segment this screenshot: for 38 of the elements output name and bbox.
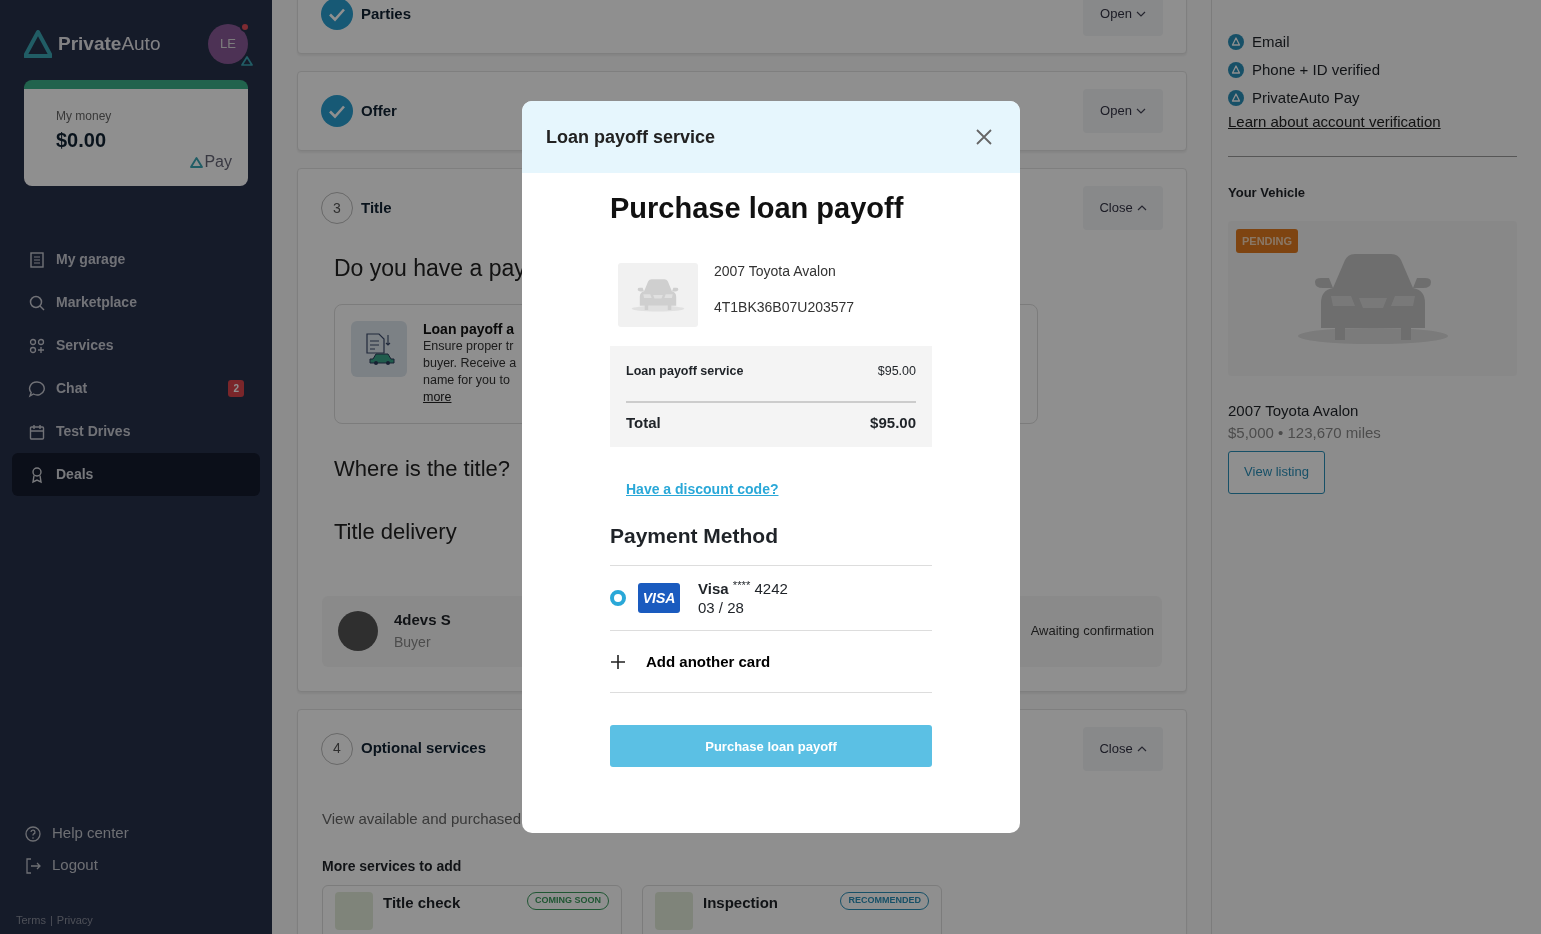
participant-name: 4devs S	[394, 610, 451, 631]
step-title: Title	[361, 197, 392, 218]
card-logo: VISA	[638, 583, 680, 614]
dialog-title: Loan payoff service	[546, 125, 716, 149]
step-title: Parties	[361, 3, 412, 24]
service-title: Inspection	[703, 893, 778, 913]
money-label: My money	[56, 108, 113, 125]
section-heading: Payment Method	[610, 522, 780, 549]
total-label: Total	[626, 413, 661, 434]
section-description: View available and purchased	[322, 808, 522, 829]
step-title: Optional services	[361, 738, 487, 759]
card-number: Visa $^{****}$ 4242	[698, 579, 788, 599]
vehicle-name: 2007 Toyota Avalon	[1228, 400, 1360, 421]
line-item-label: Loan payoff service	[626, 362, 744, 380]
section-heading: More services to add	[322, 857, 463, 876]
money-amount: $0.00	[56, 128, 108, 153]
section-heading: Where is the title?	[334, 454, 511, 483]
total-amount: $95.00	[870, 413, 916, 434]
unread-count: 2	[228, 380, 244, 397]
participant-role: Buyer	[394, 632, 432, 652]
status-tag: PENDING	[1236, 228, 1299, 253]
step-title: Offer	[361, 100, 397, 121]
service-title: Title check	[383, 893, 461, 913]
line-item-amount: $95.00	[877, 362, 916, 380]
service-description: Loan payoff a Ensure proper tr buyer. Receive a name for you to more	[423, 320, 517, 406]
verification-label: PrivateAuto Pay	[1252, 87, 1360, 108]
separator: |	[49, 912, 53, 928]
participant-status: Awaiting confirmation	[1030, 622, 1154, 641]
section-heading: Title delivery	[334, 517, 457, 546]
dialog-heading: Purchase loan payoff	[610, 191, 905, 226]
vehicle-vin: 4T1BK36B07U203577	[714, 297, 855, 317]
card-expiry: 03 / 28	[698, 598, 745, 618]
vehicle-details: $5,000 • 123,670 miles	[1228, 423, 1382, 443]
section-heading: Your Vehicle	[1228, 184, 1307, 202]
verification-label: Phone + ID verified	[1252, 59, 1380, 80]
pay-logo: Pay	[190, 150, 232, 174]
verification-label: Email	[1252, 31, 1290, 52]
vehicle-name: 2007 Toyota Avalon	[714, 261, 837, 281]
